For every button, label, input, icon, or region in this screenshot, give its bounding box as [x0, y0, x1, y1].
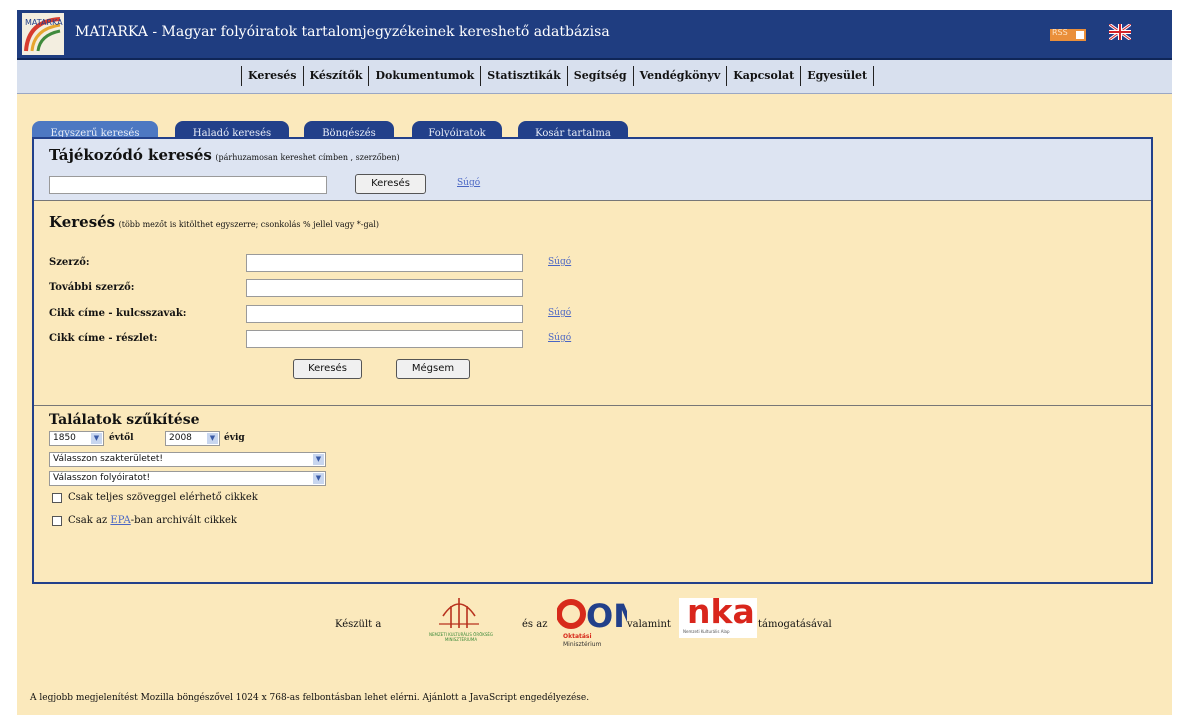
search-button[interactable]: Keresés — [293, 359, 362, 379]
om-caption-2: Minisztérium — [563, 641, 602, 648]
nka-caption: Nemzeti Kulturális Alap — [683, 629, 730, 634]
epa-checkbox[interactable] — [52, 516, 62, 526]
quick-search-help-link[interactable]: Súgó — [457, 178, 480, 188]
nav-item-kapcsolat[interactable]: Kapcsolat — [727, 66, 802, 86]
epa-label: Csak az EPA-ban archivált cikkek — [68, 515, 237, 526]
chevron-down-icon: ▼ — [91, 433, 102, 444]
epa-link[interactable]: EPA — [110, 515, 130, 526]
author-help-link[interactable]: Súgó — [548, 257, 571, 267]
quick-search-heading: Tájékozódó keresés (párhuzamosan kereshe… — [49, 146, 400, 164]
title-fragment-label: Cikk címe - részlet: — [49, 333, 158, 344]
rss-icon[interactable]: RSS — [1050, 28, 1086, 41]
coauthor-label: További szerző: — [49, 282, 135, 293]
logo-text: MATARKA — [25, 18, 63, 27]
nka-logo-text: nka — [687, 592, 755, 631]
author-input[interactable] — [246, 254, 523, 272]
chevron-down-icon: ▼ — [313, 454, 324, 465]
search-panel: Tájékozódó keresés (párhuzamosan kereshe… — [32, 137, 1153, 584]
fulltext-label: Csak teljes szöveggel elérhető cikkek — [68, 492, 258, 503]
fulltext-checkbox[interactable] — [52, 493, 62, 503]
search-heading: Keresés (több mezőt is kitölthet egyszer… — [49, 213, 379, 231]
page-frame: MATARKA MATARKA - Magyar folyóiratok tar… — [17, 10, 1172, 715]
nav-item-dokumentumok[interactable]: Dokumentumok — [369, 66, 482, 86]
nkom-logo[interactable]: NEMZETI KULTURÁLIS ÖRÖKSÉG MINISZTÉRIUMA — [411, 588, 511, 648]
title-keywords-label: Cikk címe - kulcsszavak: — [49, 308, 187, 319]
nkom-caption: NEMZETI KULTURÁLIS ÖRÖKSÉG MINISZTÉRIUMA — [428, 632, 494, 642]
om-logo[interactable]: OM Oktatási Minisztérium — [556, 594, 645, 654]
to-year-suffix: évig — [224, 433, 245, 443]
journal-select[interactable]: Válasszon folyóiratot! ▼ — [49, 471, 326, 486]
title-fragment-input[interactable] — [246, 330, 523, 348]
nav-item-kereses[interactable]: Keresés — [242, 66, 304, 86]
title-keywords-help-link[interactable]: Súgó — [548, 308, 571, 318]
nav-item-segitseg[interactable]: Segítség — [568, 66, 634, 86]
quick-search-button[interactable]: Keresés — [355, 174, 426, 194]
quick-search-section: Tájékozódó keresés (párhuzamosan kereshe… — [34, 139, 1151, 201]
author-label: Szerző: — [49, 257, 90, 268]
field-select[interactable]: Válasszon szakterületet! ▼ — [49, 452, 326, 467]
and-text: és az — [522, 619, 548, 630]
title-fragment-help-link[interactable]: Súgó — [548, 333, 571, 343]
also-text: valamint — [627, 619, 671, 630]
nav-item-keszitok[interactable]: Készítők — [304, 66, 370, 86]
chevron-down-icon: ▼ — [313, 473, 324, 484]
om-logo-text: OM — [586, 597, 627, 634]
section-divider — [34, 405, 1151, 406]
quick-search-input[interactable] — [49, 176, 327, 194]
quick-search-title: Tájékozódó keresés — [49, 146, 212, 164]
support-text: támogatásával — [758, 619, 832, 630]
nav-item-statisztikak[interactable]: Statisztikák — [481, 66, 568, 86]
footer-note: A legjobb megjelenítést Mozilla böngésző… — [30, 693, 590, 703]
coauthor-input[interactable] — [246, 279, 523, 297]
from-year-suffix: évtől — [109, 433, 134, 443]
filter-title: Találatok szűkítése — [49, 412, 200, 428]
search-title: Keresés — [49, 213, 116, 231]
nav-menu: Keresés Készítők Dokumentumok Statisztik… — [241, 66, 875, 86]
to-year-select[interactable]: 2008 ▼ — [165, 431, 220, 446]
cancel-button[interactable]: Mégsem — [396, 359, 470, 379]
header-bar: MATARKA MATARKA - Magyar folyóiratok tar… — [17, 10, 1172, 60]
search-subtitle: (több mezőt is kitölthet egyszerre; cson… — [118, 220, 380, 229]
from-year-select[interactable]: 1850 ▼ — [49, 431, 104, 446]
chevron-down-icon: ▼ — [207, 433, 218, 444]
quick-search-subtitle: (párhuzamosan kereshet címben , szerzőbe… — [215, 153, 400, 162]
nka-logo[interactable]: nka Nemzeti Kulturális Alap — [679, 592, 757, 638]
made-by-text: Készült a — [335, 619, 382, 630]
nav-item-vendegkonyv[interactable]: Vendégkönyv — [634, 66, 728, 86]
main-nav: Keresés Készítők Dokumentumok Statisztik… — [17, 60, 1172, 94]
matarka-logo[interactable]: MATARKA — [22, 13, 64, 55]
nav-item-egyesulet[interactable]: Egyesület — [801, 66, 875, 86]
app-title: MATARKA - Magyar folyóiratok tartalomjeg… — [75, 24, 610, 40]
uk-flag-icon[interactable] — [1109, 24, 1131, 40]
om-caption-1: Oktatási — [563, 633, 592, 640]
title-keywords-input[interactable] — [246, 305, 523, 323]
